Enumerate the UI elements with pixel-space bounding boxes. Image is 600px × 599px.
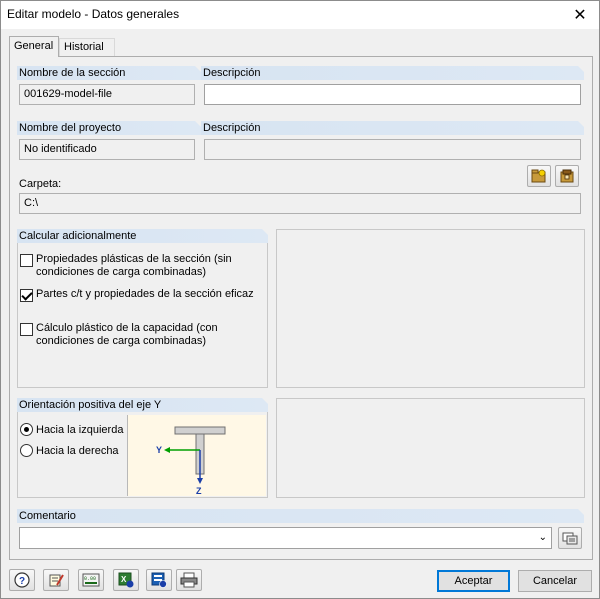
print-icon — [180, 572, 198, 588]
calculate-header-label: Calcular adicionalmente — [19, 230, 137, 242]
chevron-down-icon[interactable]: ⌄ — [539, 530, 547, 545]
export-data-icon — [151, 572, 167, 588]
calculate-header: Calcular adicionalmente — [17, 229, 269, 243]
title-bar: Editar modelo - Datos generales ✕ — [1, 1, 599, 29]
project-description-field — [204, 139, 581, 160]
plastic-properties-checkbox[interactable] — [20, 254, 33, 267]
svg-text:X: X — [121, 575, 127, 584]
comment-combobox[interactable]: ⌄ — [19, 527, 552, 549]
folder-settings-button[interactable] — [555, 165, 579, 187]
orientation-right-option[interactable]: Hacia la derecha — [20, 444, 119, 457]
plastic-properties-label: Propiedades plásticas de la sección (sin… — [36, 253, 232, 278]
section-name-label: Nombre de la sección — [19, 67, 126, 79]
section-name-header: Nombre de la sección — [17, 66, 202, 80]
edit-button[interactable] — [43, 569, 69, 591]
accept-button[interactable]: Aceptar — [437, 570, 510, 592]
option-plastic-properties[interactable]: Propiedades plásticas de la sección (sin… — [20, 253, 232, 279]
export-excel-button[interactable]: X — [113, 569, 139, 591]
comment-header-label: Comentario — [19, 510, 76, 522]
info-panel-top — [276, 229, 585, 388]
project-name-header: Nombre del proyecto — [17, 121, 202, 135]
close-icon: ✕ — [573, 7, 587, 24]
tab-general-label: General — [14, 40, 54, 52]
units-icon: 0.00 — [82, 573, 100, 587]
export-excel-icon: X — [118, 572, 134, 588]
orientation-header-label: Orientación positiva del eje Y — [19, 399, 162, 411]
orientation-left-option[interactable]: Hacia la izquierda — [20, 423, 123, 436]
project-name-label: Nombre del proyecto — [19, 122, 122, 134]
project-description-header: Descripción — [201, 121, 585, 135]
folder-settings-icon — [560, 169, 574, 183]
project-name-field: No identificado — [19, 139, 195, 160]
ct-parts-label: Partes c/t y propiedades de la sección e… — [36, 288, 254, 300]
help-icon: ? — [14, 572, 30, 588]
svg-text:0.00: 0.00 — [84, 576, 96, 582]
section-name-field: 001629-model-file — [19, 84, 195, 105]
section-description-input[interactable] — [204, 84, 581, 105]
ct-parts-checkbox[interactable] — [20, 289, 33, 302]
folder-label: Carpeta: — [19, 178, 62, 190]
orientation-left-radio[interactable] — [20, 423, 33, 436]
comment-header: Comentario — [17, 509, 585, 523]
tab-historial-label: Historial — [64, 41, 104, 53]
export-data-button[interactable] — [146, 569, 172, 591]
option-plastic-capacity[interactable]: Cálculo plástico de la capacidad (con co… — [20, 322, 218, 348]
edit-icon — [49, 574, 64, 587]
project-description-label: Descripción — [203, 122, 261, 134]
units-button[interactable]: 0.00 — [78, 569, 104, 591]
folder-open-icon — [531, 169, 546, 183]
orientation-left-label: Hacia la izquierda — [36, 423, 124, 436]
section-description-label: Descripción — [203, 67, 261, 79]
t-section-diagram: Y Z — [156, 426, 226, 496]
svg-text:?: ? — [19, 576, 25, 587]
tab-historial[interactable]: Historial — [59, 38, 115, 56]
comment-browse-button[interactable] — [558, 527, 582, 549]
option-ct-parts[interactable]: Partes c/t y propiedades de la sección e… — [20, 288, 254, 302]
y-axis-label: Y — [156, 445, 162, 455]
cancel-button[interactable]: Cancelar — [518, 570, 592, 592]
general-tab-panel: Nombre de la sección Descripción 001629-… — [9, 56, 593, 560]
z-axis-label: Z — [196, 486, 202, 496]
comment-list-icon — [562, 532, 578, 545]
close-button[interactable]: ✕ — [565, 3, 595, 27]
window-title: Editar modelo - Datos generales — [7, 7, 180, 21]
folder-browse-button[interactable] — [527, 165, 551, 187]
dialog-window: Editar modelo - Datos generales ✕ Genera… — [0, 0, 600, 599]
section-description-header: Descripción — [201, 66, 585, 80]
axis-diagram: Y Z — [127, 415, 266, 496]
folder-field: C:\ — [19, 193, 581, 214]
print-button[interactable] — [176, 569, 202, 591]
orientation-header: Orientación positiva del eje Y — [17, 398, 269, 412]
plastic-capacity-checkbox[interactable] — [20, 323, 33, 336]
orientation-right-label: Hacia la derecha — [36, 444, 119, 457]
help-button[interactable]: ? — [9, 569, 35, 591]
tab-general[interactable]: General — [9, 36, 59, 57]
plastic-capacity-label: Cálculo plástico de la capacidad (con co… — [36, 322, 218, 347]
cancel-button-label: Cancelar — [532, 575, 578, 587]
accept-button-label: Aceptar — [454, 575, 493, 587]
info-panel-bottom — [276, 398, 585, 498]
orientation-right-radio[interactable] — [20, 444, 33, 457]
